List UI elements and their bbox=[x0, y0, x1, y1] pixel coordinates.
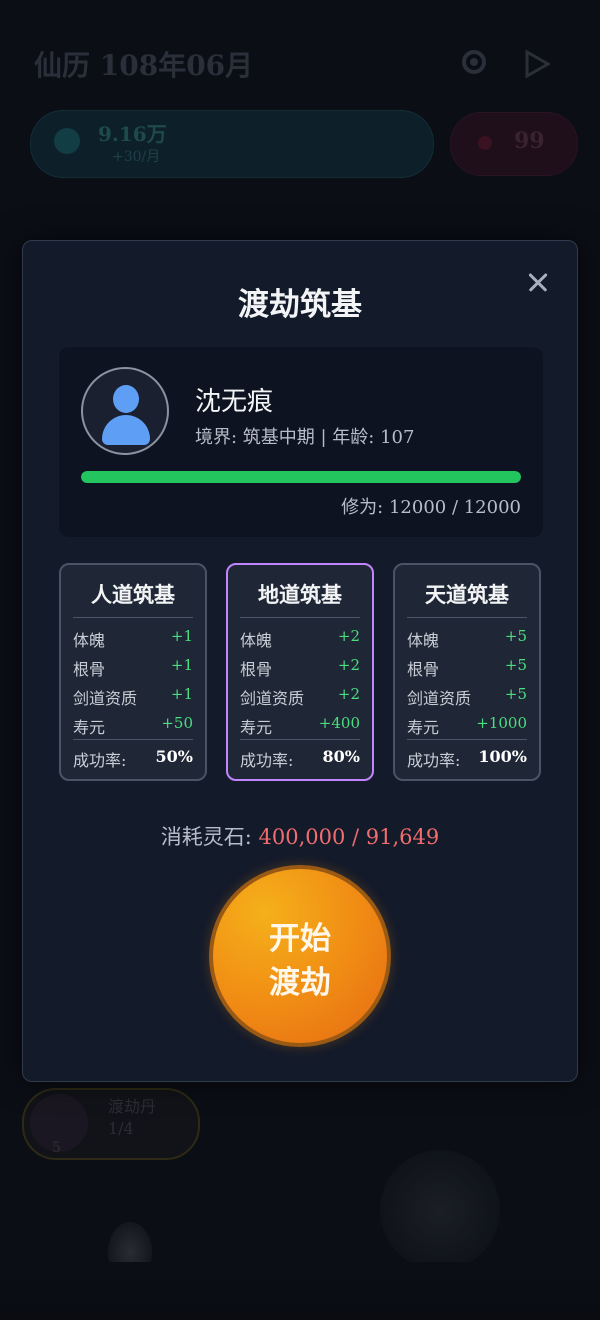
stat-row: 寿元 +1000 bbox=[407, 714, 527, 738]
stat-row: 体魄 +5 bbox=[407, 627, 527, 651]
stat-value: +1000 bbox=[476, 714, 527, 732]
cost-value: 400,000 / 91,649 bbox=[258, 825, 440, 849]
path-name: 天道筑基 bbox=[425, 582, 509, 607]
stat-label: 寿元 bbox=[73, 718, 106, 737]
divider bbox=[240, 739, 360, 740]
path-name: 地道筑基 bbox=[258, 582, 342, 607]
pill-count: 1/4 bbox=[108, 1119, 134, 1138]
dialog-title: 渡劫筑基 bbox=[238, 287, 362, 323]
divider bbox=[407, 617, 527, 618]
stat-value: +1 bbox=[170, 685, 193, 703]
spirit-stone-icon bbox=[54, 128, 80, 154]
tribulation-dialog: 渡劫筑基 沈无痕 境界: 筑基中期 | 年龄: 107 修为: 12000 / … bbox=[22, 240, 578, 1082]
heart-icon bbox=[478, 136, 492, 150]
spirit-stone-value: 9.16万 bbox=[98, 122, 167, 146]
stat-row: 体魄 +1 bbox=[73, 627, 193, 651]
path-name: 人道筑基 bbox=[91, 582, 175, 607]
cultivation-text: 修为: 12000 / 12000 bbox=[341, 497, 521, 518]
start-button-label-1: 开始 bbox=[269, 921, 331, 957]
rate-value: 80% bbox=[322, 747, 360, 766]
stat-row: 剑道资质 +2 bbox=[240, 685, 360, 709]
path-card-human[interactable]: 人道筑基 体魄 +1 根骨 +1 剑道资质 +1 寿元 +50 成功率: 50% bbox=[59, 563, 207, 781]
stat-label: 剑道资质 bbox=[240, 689, 305, 708]
orb-decoration bbox=[380, 1150, 500, 1270]
spirit-stone-rate: +30/月 bbox=[112, 149, 161, 165]
stat-value: +50 bbox=[161, 714, 193, 732]
avatar bbox=[81, 367, 169, 455]
stat-value: +2 bbox=[337, 627, 360, 645]
stat-row: 根骨 +5 bbox=[407, 656, 527, 680]
gear-icon[interactable] bbox=[458, 46, 490, 78]
spirit-stone-cost: 消耗灵石: 400,000 / 91,649 bbox=[23, 821, 577, 851]
start-tribulation-button[interactable]: 开始 渡劫 bbox=[209, 865, 391, 1047]
user-icon-body bbox=[102, 415, 150, 445]
bottom-bar bbox=[0, 1262, 600, 1320]
character-name: 沈无痕 bbox=[195, 387, 274, 417]
stat-label: 体魄 bbox=[407, 631, 440, 650]
rate-label: 成功率: bbox=[73, 751, 127, 770]
pill-label: 渡劫丹 1/4 bbox=[108, 1096, 156, 1140]
stat-value: +5 bbox=[504, 685, 527, 703]
divider bbox=[240, 617, 360, 618]
stat-row: 体魄 +2 bbox=[240, 627, 360, 651]
pill-name: 渡劫丹 bbox=[108, 1097, 157, 1116]
stat-label: 剑道资质 bbox=[407, 689, 472, 708]
stat-label: 根骨 bbox=[240, 660, 273, 679]
stat-row: 寿元 +50 bbox=[73, 714, 193, 738]
stat-value: +1 bbox=[170, 627, 193, 645]
stat-row: 寿元 +400 bbox=[240, 714, 360, 738]
stat-row: 剑道资质 +5 bbox=[407, 685, 527, 709]
stat-value: +5 bbox=[504, 656, 527, 674]
success-rate: 成功率: 50% bbox=[73, 747, 193, 771]
stat-value: +2 bbox=[337, 656, 360, 674]
stat-value: +1 bbox=[170, 656, 193, 674]
spirit-stone-panel bbox=[30, 110, 434, 178]
cultivation-progress-bar bbox=[81, 471, 521, 483]
rate-label: 成功率: bbox=[407, 751, 461, 770]
user-icon bbox=[113, 385, 139, 413]
stat-value: +400 bbox=[318, 714, 360, 732]
character-card: 沈无痕 境界: 筑基中期 | 年龄: 107 修为: 12000 / 12000 bbox=[59, 347, 543, 537]
divider bbox=[407, 739, 527, 740]
stat-label: 寿元 bbox=[407, 718, 440, 737]
stat-label: 剑道资质 bbox=[73, 689, 138, 708]
stat-label: 寿元 bbox=[240, 718, 273, 737]
stat-label: 根骨 bbox=[73, 660, 106, 679]
rate-value: 100% bbox=[478, 747, 527, 766]
rate-value: 50% bbox=[155, 747, 193, 766]
path-card-heaven[interactable]: 天道筑基 体魄 +5 根骨 +5 剑道资质 +5 寿元 +1000 成功率: 100% bbox=[393, 563, 541, 781]
divider bbox=[73, 617, 193, 618]
heart-value: 99 bbox=[514, 128, 545, 154]
stat-row: 根骨 +2 bbox=[240, 656, 360, 680]
cultivation-progress-fill bbox=[81, 471, 521, 483]
start-button-label-2: 渡劫 bbox=[269, 965, 331, 1001]
success-rate: 成功率: 80% bbox=[240, 747, 360, 771]
cost-label: 消耗灵石: bbox=[160, 825, 252, 849]
stat-value: +2 bbox=[337, 685, 360, 703]
rate-label: 成功率: bbox=[240, 751, 294, 770]
stat-row: 根骨 +1 bbox=[73, 656, 193, 680]
close-icon[interactable] bbox=[523, 267, 553, 297]
character-info: 境界: 筑基中期 | 年龄: 107 bbox=[195, 427, 415, 448]
stat-label: 体魄 bbox=[240, 631, 273, 650]
stat-value: +5 bbox=[504, 627, 527, 645]
pill-stock: 5 bbox=[52, 1140, 61, 1156]
path-card-earth[interactable]: 地道筑基 体魄 +2 根骨 +2 剑道资质 +2 寿元 +400 成功率: 80% bbox=[226, 563, 374, 781]
success-rate: 成功率: 100% bbox=[407, 747, 527, 771]
stat-row: 剑道资质 +1 bbox=[73, 685, 193, 709]
play-icon[interactable] bbox=[524, 50, 550, 78]
stat-label: 根骨 bbox=[407, 660, 440, 679]
divider bbox=[73, 739, 193, 740]
stat-label: 体魄 bbox=[73, 631, 106, 650]
calendar-title: 仙历 108年06月 bbox=[34, 49, 254, 82]
